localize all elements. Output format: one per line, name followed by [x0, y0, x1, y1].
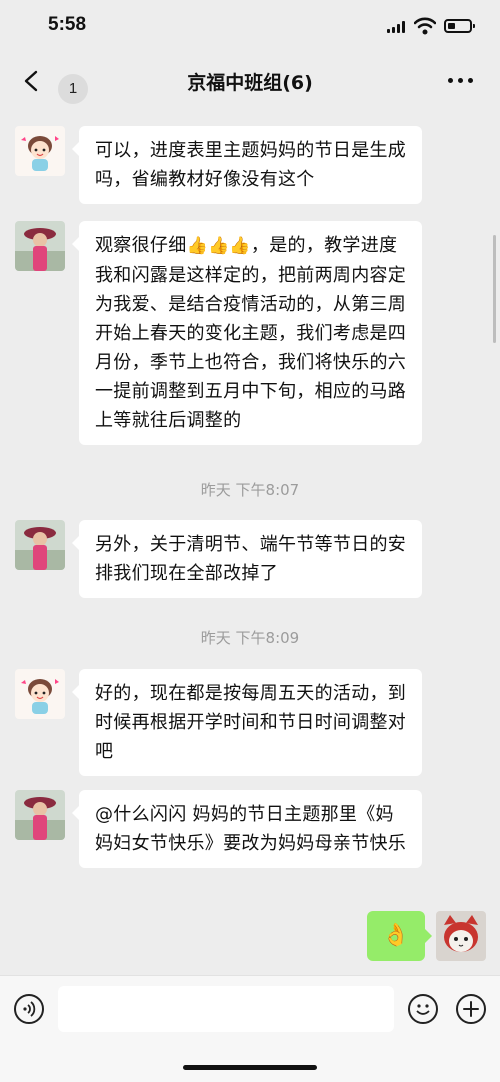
scrollbar[interactable]	[493, 235, 496, 343]
timestamp: 昨天 下午8:07	[200, 481, 300, 499]
back-button[interactable]: 1	[16, 62, 88, 104]
message-text: 好的，现在都是按每周五天的活动，到时候再根据开学时间和节日时间调整对吧	[95, 683, 407, 762]
signal-icon	[387, 21, 407, 33]
avatar[interactable]	[15, 669, 65, 719]
avatar[interactable]	[15, 790, 65, 840]
message-text: 另外，关于清明节、端午节等节日的安排我们现在全部改掉了	[95, 534, 407, 584]
back-chevron-icon	[24, 70, 38, 92]
status-time: 5:58	[48, 14, 87, 35]
my-message-bubble: 👌	[367, 911, 432, 961]
message-text: ，是的，教学进度我和闪露是这样定的，把前两周内容定为我爱、是结合疫情活动的，从第…	[95, 235, 407, 431]
message-text: 观察很仔细	[95, 235, 187, 256]
timestamp: 昨天 下午8:09	[200, 629, 300, 647]
avatar[interactable]	[15, 520, 65, 570]
message-bubble: 好的，现在都是按每周五天的活动，到时候再根据开学时间和节日时间调整对吧	[72, 669, 422, 776]
chat-title: 京福中班组(6)	[187, 72, 313, 94]
wifi-icon	[414, 17, 436, 35]
message-bubble: 可以，进度表里主题妈妈的节日是生成吗，省编教材好像没有这个	[72, 126, 422, 204]
message-bubble: @什么闪闪 妈妈的节日主题那里《妈妈妇女节快乐》要改为妈妈母亲节快乐	[72, 790, 422, 868]
voice-icon[interactable]	[14, 994, 44, 1024]
message-bubble: 观察很仔细👍👍👍，是的，教学进度我和闪露是这样定的，把前两周内容定为我爱、是结合…	[72, 221, 422, 445]
emoji-icon[interactable]	[408, 994, 438, 1024]
home-indicator	[183, 1065, 317, 1070]
plus-icon[interactable]	[456, 994, 486, 1024]
battery-icon	[444, 19, 475, 33]
ok-hand-emoji: 👌	[382, 923, 410, 948]
input-bar	[0, 975, 500, 1082]
message-text: @什么闪闪 妈妈的节日主题那里《妈妈妇女节快乐》要改为妈妈母亲节快乐	[95, 804, 407, 854]
message-bubble: 另外，关于清明节、端午节等节日的安排我们现在全部改掉了	[72, 520, 422, 598]
unread-badge: 1	[58, 74, 88, 104]
message-text: 可以，进度表里主题妈妈的节日是生成吗，省编教材好像没有这个	[95, 140, 407, 190]
avatar[interactable]	[15, 221, 65, 271]
thumbs-up-emoji: 👍👍👍	[186, 236, 251, 256]
my-avatar[interactable]	[436, 911, 486, 961]
more-icon[interactable]	[448, 70, 476, 90]
message-input[interactable]	[58, 986, 394, 1032]
status-bar: 5:58	[0, 0, 500, 52]
avatar[interactable]	[15, 126, 65, 176]
nav-bar: 1 京福中班组(6)	[0, 52, 500, 108]
